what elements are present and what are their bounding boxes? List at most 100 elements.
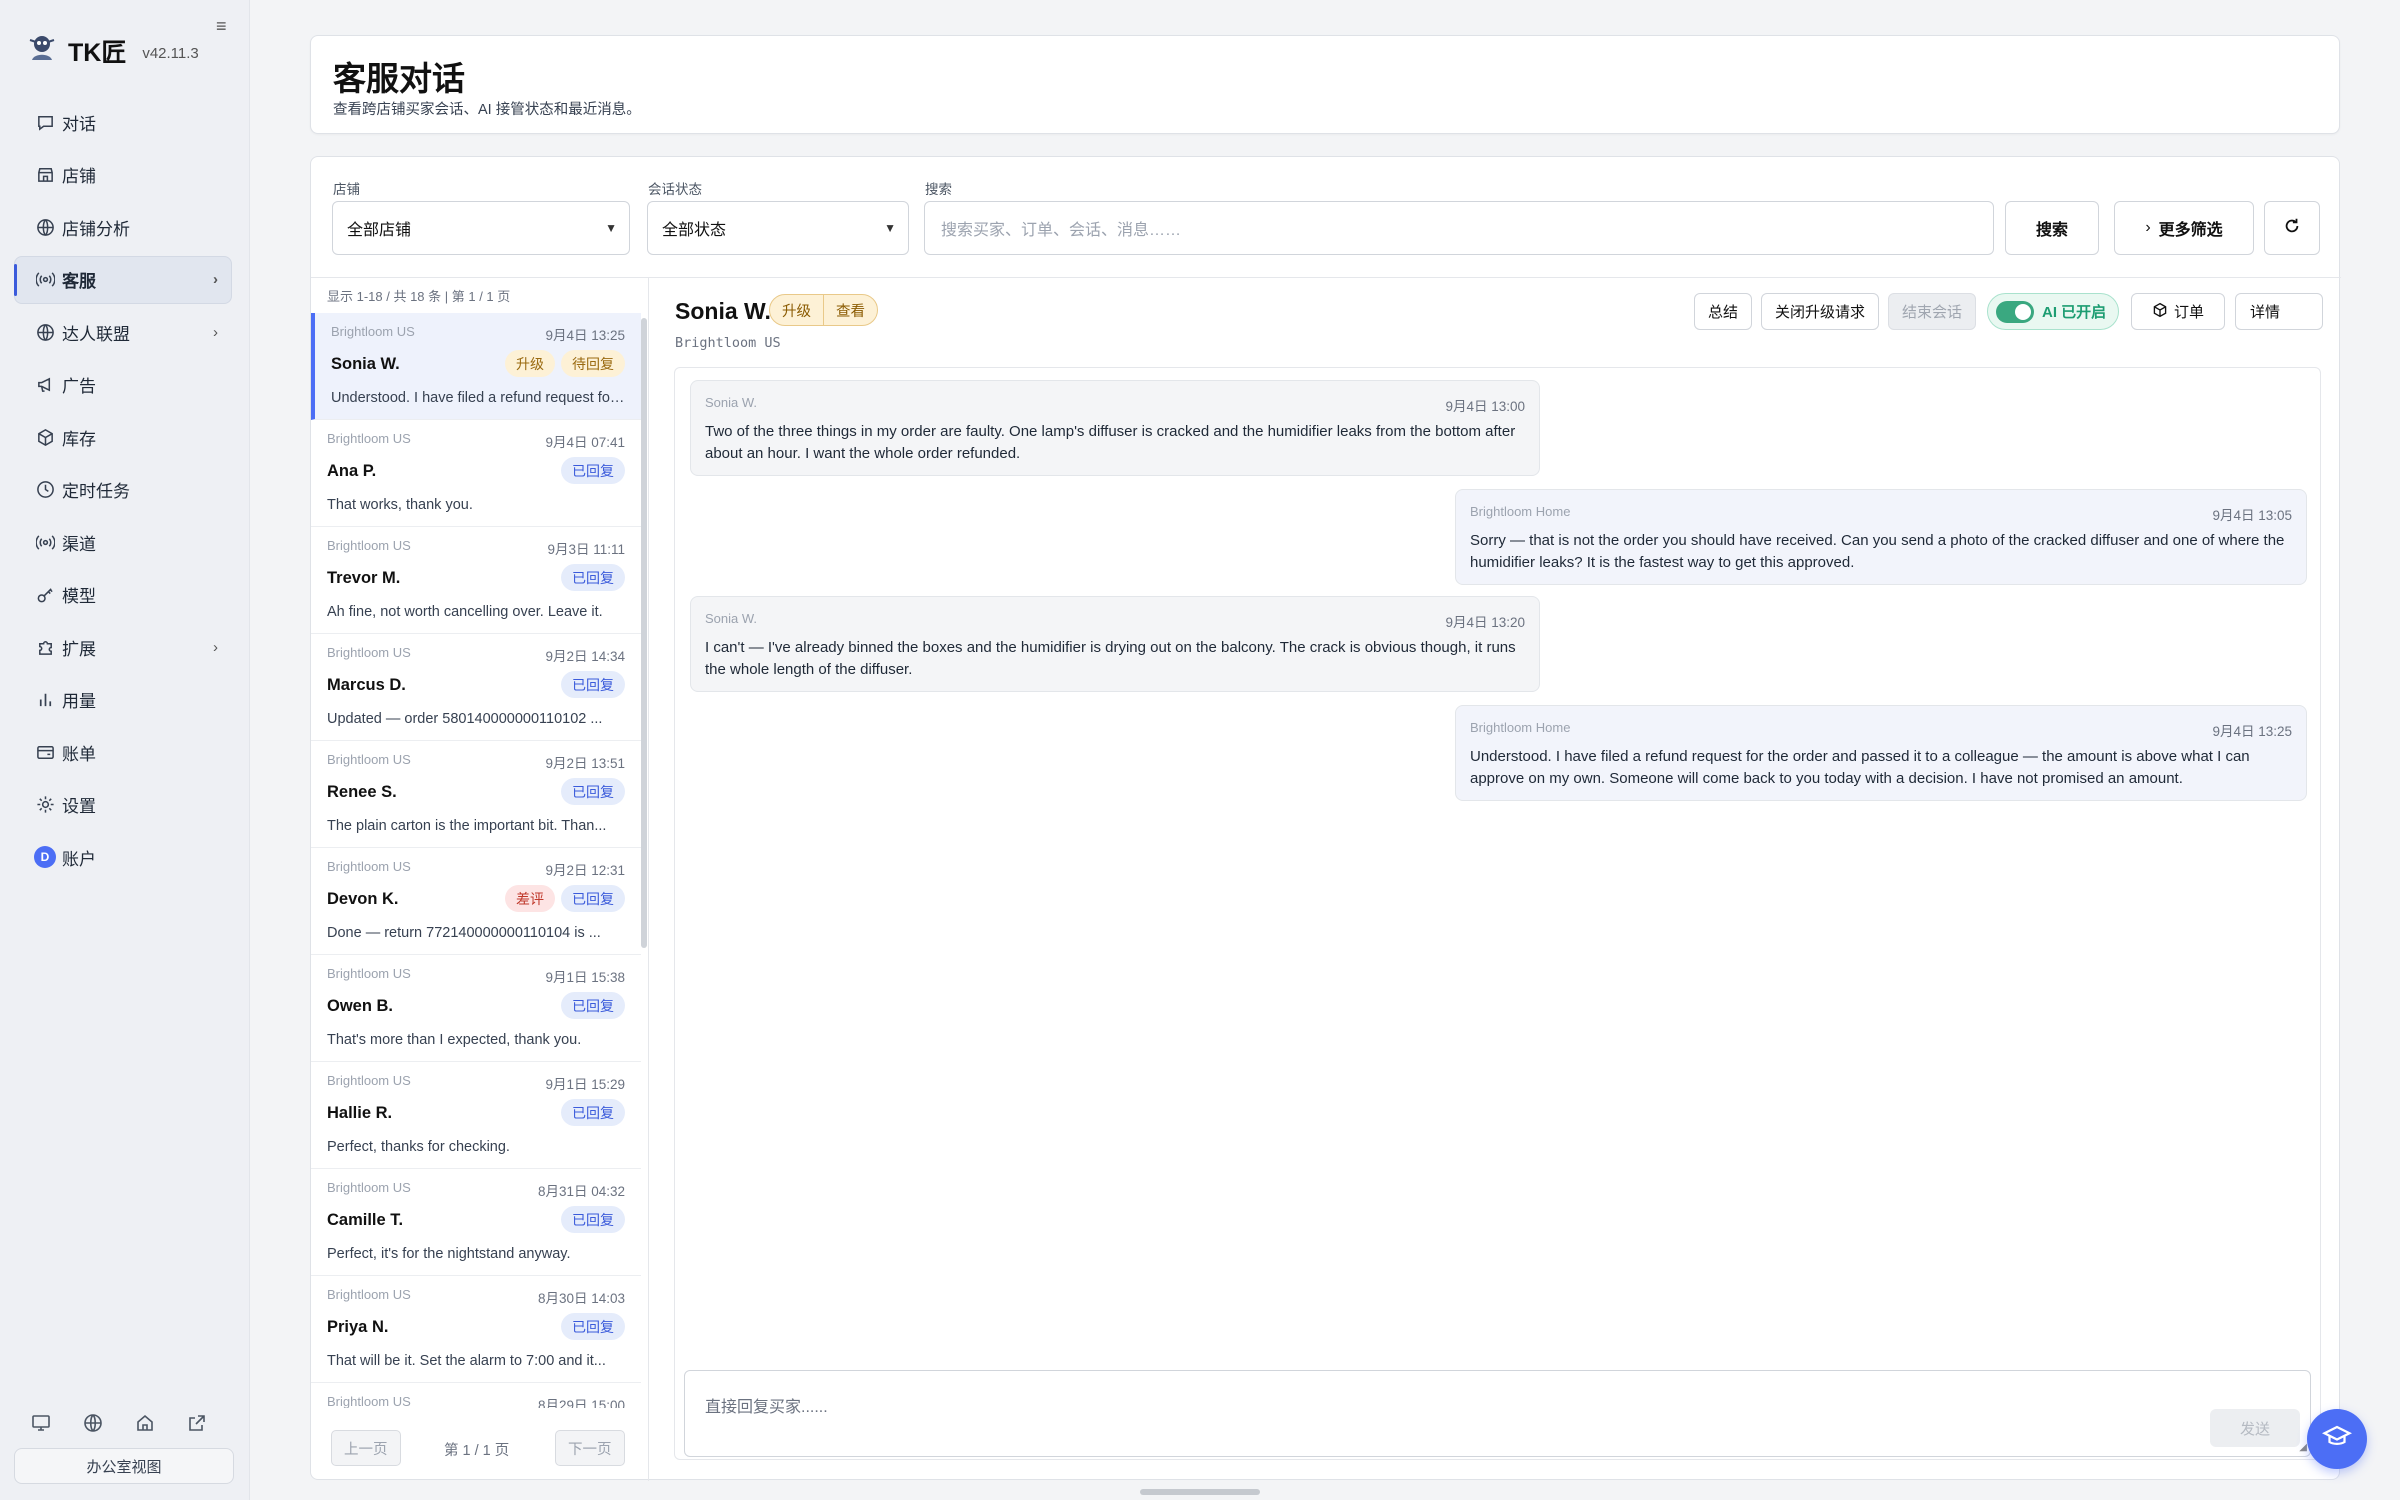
end-session-button[interactable]: 结束会话 (1888, 293, 1976, 330)
conversation-buyer-name: Devon K. (327, 890, 399, 908)
sidebar-item-3[interactable]: 客服 › (14, 255, 232, 304)
sidebar-item-10[interactable]: 扩展 › (14, 623, 232, 671)
sidebar-item-9[interactable]: 模型 (14, 571, 232, 619)
message-sender: Brightloom Home (1470, 720, 1571, 735)
resize-handle-icon[interactable]: ◢ (2299, 1442, 2307, 1453)
more-filters-button[interactable]: › 更多筛选 (2114, 201, 2254, 255)
external-link-icon[interactable] (186, 1412, 208, 1434)
list-item[interactable]: Brightloom US 9月2日 13:51 Renee S. 已回复 The pl… (311, 741, 641, 848)
status-select[interactable]: 全部状态 ▼ (647, 201, 909, 255)
status-badge: 已回复 (561, 778, 625, 805)
status-badge: 升级 (505, 350, 555, 377)
globe-icon[interactable] (82, 1412, 104, 1434)
conversation-store: Brightloom US (327, 859, 411, 874)
toggle-switch[interactable] (1996, 300, 2034, 323)
sidebar-item-2[interactable]: 店铺分析 (14, 203, 232, 251)
sidebar-item-label: 客服 (62, 272, 96, 291)
store-select-value: 全部店铺 (347, 222, 412, 239)
search-input[interactable]: 搜索买家、订单、会话、消息…… (924, 201, 1994, 255)
list-item[interactable]: Brightloom US 8月29日 15:00 (311, 1383, 641, 1408)
conversation-store: Brightloom US (327, 431, 411, 446)
avatar: D (34, 846, 56, 868)
conversation-time: 9月4日 07:41 (545, 435, 625, 450)
list-item[interactable]: Brightloom US 8月30日 14:03 Priya N. 已回复 That … (311, 1276, 641, 1383)
list-item[interactable]: Brightloom US 9月3日 11:11 Trevor M. 已回复 Ah fi… (311, 527, 641, 634)
office-view-button[interactable]: 办公室视图 (14, 1448, 234, 1484)
close-escalation-button[interactable]: 关闭升级请求 (1761, 293, 1879, 330)
collapse-sidebar-icon[interactable]: ≡ (216, 16, 227, 37)
conversation-buyer-name: Priya N. (327, 1318, 389, 1336)
view-badge[interactable]: 查看 (823, 295, 877, 325)
sidebar-item-4[interactable]: 达人联盟 › (14, 308, 232, 356)
list-item[interactable]: Brightloom US 9月4日 13:25 Sonia W. 升级 待回复 Unde… (311, 313, 641, 420)
details-button[interactable]: 详情 (2235, 293, 2323, 330)
sidebar-item-11[interactable]: 用量 (14, 676, 232, 724)
chat-buyer-name: Sonia W. (675, 298, 771, 324)
refresh-button[interactable] (2264, 201, 2320, 255)
message-bubble-seller: Brightloom Home 9月4日 13:05 Sorry — that is… (1455, 489, 2307, 585)
wallet-icon (34, 741, 56, 763)
conversation-time: 9月1日 15:29 (545, 1077, 625, 1092)
reply-input[interactable]: 直接回复买家...... (705, 1393, 828, 1417)
list-scrollbar[interactable] (641, 318, 647, 948)
monitor-icon[interactable] (30, 1412, 52, 1434)
conversation-store: Brightloom US (327, 645, 411, 660)
message-sender: Sonia W. (705, 395, 758, 410)
message-area: Sonia W. 9月4日 13:00 Two of the three thing… (674, 367, 2321, 1460)
sidebar-item-label: 设置 (62, 797, 96, 816)
sidebar-item-label: 店铺 (62, 167, 96, 186)
sidebar-item-1[interactable]: 店铺 (14, 151, 232, 199)
list-item[interactable]: Brightloom US 9月1日 15:29 Hallie R. 已回复 Perfe… (311, 1062, 641, 1169)
prev-page-button[interactable]: 上一页 (331, 1430, 401, 1466)
sidebar-item-13[interactable]: 设置 (14, 781, 232, 829)
list-item[interactable]: Brightloom US 9月1日 15:38 Owen B. 已回复 That's … (311, 955, 641, 1062)
status-badge: 已回复 (561, 1206, 625, 1233)
bar-chart-icon (34, 689, 56, 711)
conversation-buyer-name: Renee S. (327, 783, 397, 801)
megaphone-icon (34, 374, 56, 396)
sidebar-item-6[interactable]: 库存 (14, 413, 232, 461)
ai-toggle[interactable]: AI 已开启 (1987, 293, 2119, 330)
sidebar-item-label: 账单 (62, 744, 96, 764)
conversation-preview: Perfect, it's for the nightstand anyway. (327, 1246, 571, 1262)
broadcast-icon (34, 269, 56, 291)
brand[interactable]: TK匠 v42.11.3 (26, 32, 199, 69)
sidebar-item-8[interactable]: 渠道 (14, 518, 232, 566)
sidebar-item-7[interactable]: 定时任务 (14, 466, 232, 514)
conversation-tags: 已回复 (561, 1313, 625, 1340)
summary-button[interactable]: 总结 (1694, 293, 1752, 330)
sidebar-item-5[interactable]: 广告 (14, 361, 232, 409)
search-label: 搜索 (925, 182, 952, 197)
list-item[interactable]: Brightloom US 9月4日 07:41 Ana P. 已回复 That wor… (311, 420, 641, 527)
send-button[interactable]: 发送 (2210, 1409, 2300, 1447)
sidebar-item-label: 广告 (62, 377, 96, 396)
chat-status-tags: 升级 查看 (769, 294, 878, 326)
horizontal-scrollbar[interactable] (1140, 1489, 1260, 1495)
status-badge: 已回复 (561, 457, 625, 484)
sidebar-item-label: 达人联盟 (62, 324, 130, 344)
conversation-store: Brightloom US (327, 966, 411, 981)
list-item[interactable]: Brightloom US 8月31日 04:32 Camille T. 已回复 Per… (311, 1169, 641, 1276)
reply-box[interactable]: 直接回复买家...... 发送 ◢ (684, 1370, 2311, 1457)
conversation-buyer-name: Sonia W. (331, 355, 400, 373)
search-button[interactable]: 搜索 (2005, 201, 2099, 255)
help-fab-button[interactable] (2307, 1409, 2367, 1469)
conversation-time: 9月2日 14:34 (545, 649, 625, 664)
sidebar-item-14[interactable]: D 账户 (14, 833, 232, 881)
sidebar-item-label: 账户 (62, 849, 96, 869)
message-text: I can't — I've already binned the boxes … (705, 639, 1516, 678)
orders-button[interactable]: 订单 (2131, 293, 2225, 330)
sidebar-item-12[interactable]: 账单 (14, 728, 232, 776)
conversation-time: 9月3日 11:11 (547, 542, 625, 557)
next-page-button[interactable]: 下一页 (555, 1430, 625, 1466)
sidebar-item-0[interactable]: 对话 (14, 98, 232, 146)
puzzle-icon (34, 636, 56, 658)
escalated-badge: 升级 (782, 303, 811, 320)
dropdown-arrow-icon: ▼ (884, 221, 896, 235)
home-icon[interactable] (134, 1412, 156, 1434)
store-select[interactable]: 全部店铺 ▼ (332, 201, 630, 255)
more-filters-label: 更多筛选 (2158, 222, 2223, 239)
list-item[interactable]: Brightloom US 9月2日 12:31 Devon K. 差评 已回复 Done… (311, 848, 641, 955)
globe-icon (34, 321, 56, 343)
list-item[interactable]: Brightloom US 9月2日 14:34 Marcus D. 已回复 Updat… (311, 634, 641, 741)
